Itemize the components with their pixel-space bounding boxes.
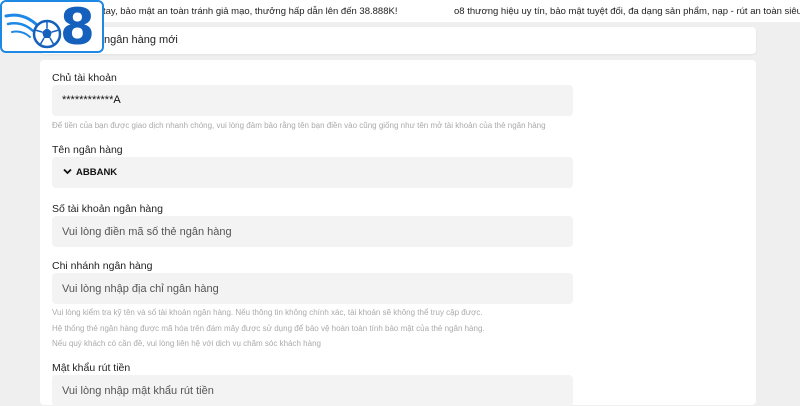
account-holder-value: ************A: [62, 94, 121, 106]
account-number-input[interactable]: Vui lòng điền mã số thẻ ngân hàng: [52, 216, 573, 247]
announcement-marquee: tay, bảo mật an toàn tránh giả mạo, thưở…: [0, 0, 800, 22]
account-number-label: Số tài khoản ngân hàng: [52, 203, 163, 215]
branch-input[interactable]: Vui lòng nhập địa chỉ ngân hàng: [52, 273, 573, 304]
account-holder-label: Chủ tài khoản: [52, 72, 117, 84]
withdraw-password-input[interactable]: Vui lòng nhập mật khẩu rút tiền: [52, 375, 573, 406]
account-holder-hint: Để tiền của bạn được giao dịch nhanh chó…: [52, 121, 546, 130]
site-logo[interactable]: 8: [0, 0, 104, 53]
branch-label: Chi nhánh ngân hàng: [52, 260, 153, 272]
page-header: ngân hàng mới: [40, 27, 756, 54]
branch-hint-3: Nếu quý khách có cần đề, vui lòng liên h…: [52, 339, 321, 348]
chevron-down-icon: [63, 168, 72, 175]
bank-name-select[interactable]: ABBANK: [52, 157, 573, 188]
withdraw-password-label: Mật khẩu rút tiền: [52, 362, 131, 374]
announcement-text-1: tay, bảo mật an toàn tránh giả mạo, thưở…: [103, 6, 398, 17]
branch-hint-1: Vui lòng kiểm tra kỹ tên và số tài khoản…: [52, 308, 483, 317]
bank-name-value: ABBANK: [76, 167, 118, 178]
branch-hint-2: Hệ thống thẻ ngân hàng được mã hóa trên …: [52, 324, 485, 333]
bank-name-label: Tên ngân hàng: [52, 144, 123, 156]
withdraw-password-placeholder: Vui lòng nhập mật khẩu rút tiền: [62, 385, 214, 397]
logo-digit: 8: [60, 0, 95, 53]
announcement-text-2: o8 thương hiệu uy tín, bảo mật tuyệt đối…: [454, 6, 800, 17]
branch-placeholder: Vui lòng nhập địa chỉ ngân hàng: [62, 283, 219, 295]
account-number-placeholder: Vui lòng điền mã số thẻ ngân hàng: [62, 226, 232, 238]
page-title: ngân hàng mới: [104, 34, 178, 46]
account-holder-field[interactable]: ************A: [52, 85, 573, 116]
bank-form: Chủ tài khoản ************A Để tiền của …: [40, 60, 756, 406]
